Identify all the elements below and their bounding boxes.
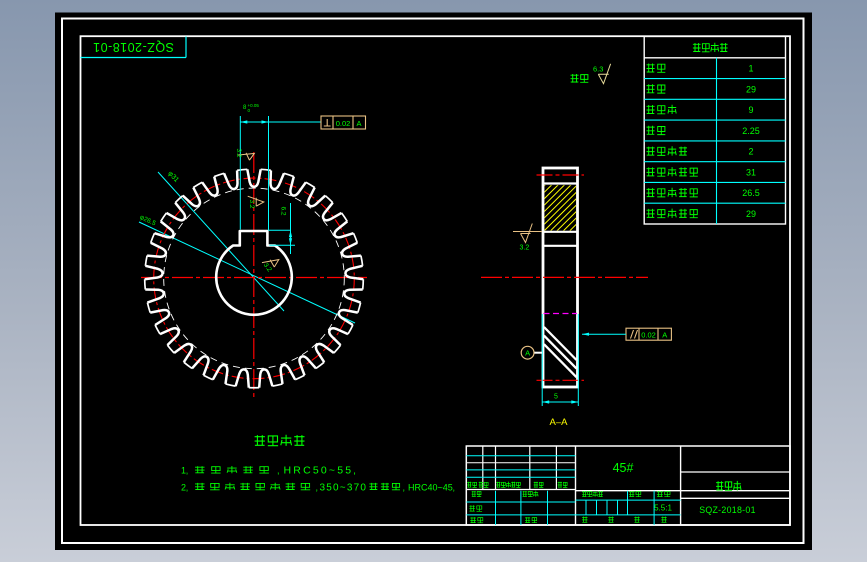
svg-text:6.3: 6.3	[593, 65, 603, 74]
svg-text:A: A	[662, 331, 667, 340]
svg-text:5.5:1: 5.5:1	[654, 504, 672, 513]
svg-text:0.02: 0.02	[641, 331, 656, 340]
svg-text:26.5: 26.5	[742, 188, 760, 198]
svg-text:3.2: 3.2	[520, 245, 530, 252]
svg-text:0.02: 0.02	[336, 119, 351, 128]
svg-text:3.2: 3.2	[235, 148, 242, 157]
svg-text:29: 29	[746, 84, 756, 94]
svg-text:5: 5	[554, 394, 558, 401]
svg-text:1‚: 1‚	[181, 466, 188, 476]
svg-text:6.2: 6.2	[280, 206, 287, 215]
svg-text:A–A: A–A	[550, 417, 569, 428]
svg-text:,: ,	[277, 466, 280, 476]
svg-text:2‚: 2‚	[181, 483, 188, 493]
svg-text:SQZ-2018-01: SQZ-2018-01	[93, 40, 174, 54]
svg-text:,: ,	[316, 483, 319, 493]
svg-text:,: ,	[403, 483, 406, 493]
svg-text:29: 29	[746, 209, 756, 219]
svg-text:9: 9	[748, 105, 753, 115]
svg-text:A: A	[356, 119, 361, 128]
svg-text:45#: 45#	[613, 461, 634, 475]
svg-text:31: 31	[746, 168, 756, 178]
svg-text:A: A	[525, 349, 530, 358]
svg-text:HRC50~55‚: HRC50~55‚	[284, 465, 358, 477]
svg-text:2: 2	[748, 147, 753, 157]
svg-text:350~370: 350~370	[320, 483, 368, 494]
svg-text:3.2: 3.2	[248, 199, 255, 208]
svg-text:1: 1	[748, 64, 753, 74]
svg-text:HRC40~45‚: HRC40~45‚	[408, 483, 455, 493]
svg-text:SQZ-2018-01: SQZ-2018-01	[699, 505, 756, 515]
svg-text:2.25: 2.25	[742, 126, 760, 136]
